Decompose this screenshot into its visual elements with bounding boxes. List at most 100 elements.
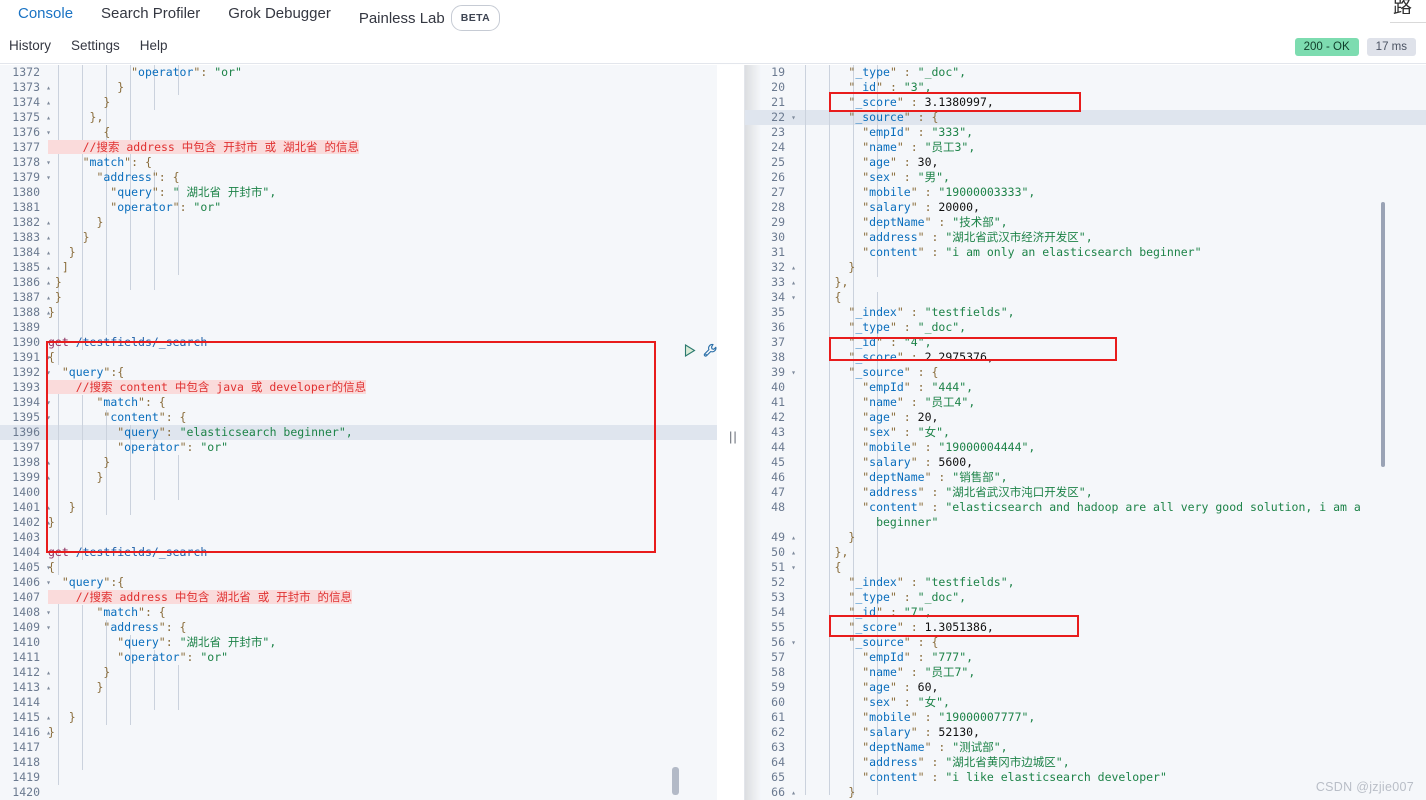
code-line[interactable]: "deptName" : "销售部", bbox=[793, 470, 1426, 485]
code-line[interactable]: } bbox=[793, 530, 1426, 545]
code-line[interactable]: } bbox=[48, 455, 717, 470]
code-line[interactable]: } bbox=[48, 680, 717, 695]
code-line[interactable]: } bbox=[48, 230, 717, 245]
tab-console[interactable]: Console bbox=[4, 0, 87, 34]
code-line[interactable]: "address": { bbox=[48, 170, 717, 185]
code-line[interactable]: "sex" : "女", bbox=[793, 425, 1426, 440]
code-line[interactable]: "name" : "员工7", bbox=[793, 665, 1426, 680]
code-line[interactable]: "query": "湖北省 开封市", bbox=[48, 635, 717, 650]
code-line[interactable] bbox=[48, 770, 717, 785]
code-line[interactable]: } bbox=[48, 290, 717, 305]
code-line[interactable]: "_type" : "_doc", bbox=[793, 590, 1426, 605]
code-line[interactable]: "content" : "elasticsearch and hadoop ar… bbox=[793, 500, 1426, 515]
code-line[interactable]: "query":{ bbox=[48, 365, 717, 380]
code-line[interactable]: { bbox=[793, 560, 1426, 575]
toolbar-item-help[interactable]: Help bbox=[137, 36, 171, 55]
code-line[interactable]: "query":{ bbox=[48, 575, 717, 590]
code-line[interactable]: } bbox=[48, 275, 717, 290]
code-line[interactable] bbox=[48, 320, 717, 335]
request-lines[interactable]: "operator": "or" } } }, { //搜索 address 中… bbox=[48, 65, 717, 800]
code-line[interactable]: } bbox=[48, 710, 717, 725]
wrench-icon[interactable] bbox=[703, 343, 717, 358]
code-line[interactable]: //搜索 content 中包含 java 或 developer的信息 bbox=[48, 380, 717, 395]
code-line[interactable]: "age" : 30, bbox=[793, 155, 1426, 170]
request-code[interactable]: 1372 1373 ▴ 1374 ▴ 1375 ▴ 1376 ▾ 1377 1378 ▾ 1379 ▾ 13… bbox=[0, 65, 717, 799]
code-line[interactable]: beginner" bbox=[793, 515, 1426, 530]
tab-search-profiler[interactable]: Search Profiler bbox=[87, 0, 214, 32]
code-line[interactable]: "name" : "员工4", bbox=[793, 395, 1426, 410]
code-line[interactable]: "match": { bbox=[48, 605, 717, 620]
code-line[interactable]: "empId" : "444", bbox=[793, 380, 1426, 395]
code-line[interactable]: "query": "elasticsearch beginner", bbox=[48, 425, 717, 440]
code-line[interactable]: } bbox=[48, 725, 717, 740]
response-pane[interactable]: 19 20 21 22 ▾ 23 24 25 26 27 28 29 30 31 32 ▴ 33 ▴ 34 ▾ 35 36… bbox=[745, 65, 1426, 800]
code-line[interactable]: "_id" : "3", bbox=[793, 80, 1426, 95]
play-icon[interactable] bbox=[684, 344, 696, 357]
code-line[interactable] bbox=[48, 785, 717, 800]
code-line[interactable]: } bbox=[48, 215, 717, 230]
code-line[interactable]: "mobile" : "19000004444", bbox=[793, 440, 1426, 455]
tab-painless-lab[interactable]: Painless Lab BETA bbox=[345, 0, 514, 32]
code-line[interactable]: "_index" : "testfields", bbox=[793, 305, 1426, 320]
request-editor-pane[interactable]: 1372 1373 ▴ 1374 ▴ 1375 ▴ 1376 ▾ 1377 1378 ▾ 1379 ▾ 13… bbox=[0, 65, 717, 800]
code-line[interactable]: "content" : "i am only an elasticsearch … bbox=[793, 245, 1426, 260]
code-line[interactable]: "age" : 20, bbox=[793, 410, 1426, 425]
code-line[interactable]: "_id" : "4", bbox=[793, 335, 1426, 350]
code-line[interactable]: "deptName" : "测试部", bbox=[793, 740, 1426, 755]
splitter-grip[interactable]: || bbox=[729, 430, 737, 443]
code-line[interactable] bbox=[48, 485, 717, 500]
code-line[interactable]: "query": " 湖北省 开封市", bbox=[48, 185, 717, 200]
code-line[interactable]: "content": { bbox=[48, 410, 717, 425]
code-line[interactable]: "salary" : 5600, bbox=[793, 455, 1426, 470]
code-line[interactable]: "_id" : "7", bbox=[793, 605, 1426, 620]
code-line[interactable]: { bbox=[793, 290, 1426, 305]
code-line[interactable]: } bbox=[48, 515, 717, 530]
code-line[interactable]: "_score" : 3.1380997, bbox=[793, 95, 1426, 110]
code-line[interactable]: "_type" : "_doc", bbox=[793, 65, 1426, 80]
response-vertical-scrollbar[interactable] bbox=[1381, 202, 1385, 467]
code-line[interactable]: //搜索 address 中包含 开封市 或 湖北省 的信息 bbox=[48, 140, 717, 155]
code-line[interactable] bbox=[48, 695, 717, 710]
code-line[interactable]: { bbox=[48, 350, 717, 365]
request-horizontal-scrollbar[interactable] bbox=[672, 767, 679, 795]
code-line[interactable]: "_score" : 2.2975376, bbox=[793, 350, 1426, 365]
code-line[interactable]: ] bbox=[48, 260, 717, 275]
code-line[interactable]: }, bbox=[793, 545, 1426, 560]
code-line[interactable]: } bbox=[48, 95, 717, 110]
code-line[interactable]: }, bbox=[793, 275, 1426, 290]
code-line[interactable]: "address" : "湖北省黄冈市边城区", bbox=[793, 755, 1426, 770]
code-line[interactable]: //搜索 address 中包含 湖北省 或 开封市 的信息 bbox=[48, 590, 717, 605]
code-line[interactable]: "_source" : { bbox=[793, 110, 1426, 125]
code-line[interactable]: "salary" : 20000, bbox=[793, 200, 1426, 215]
code-line[interactable]: "operator": "or" bbox=[48, 440, 717, 455]
code-line[interactable] bbox=[48, 740, 717, 755]
code-line[interactable]: "name" : "员工3", bbox=[793, 140, 1426, 155]
code-line[interactable]: "operator": "or" bbox=[48, 650, 717, 665]
code-line[interactable]: "match": { bbox=[48, 155, 717, 170]
code-line[interactable]: "match": { bbox=[48, 395, 717, 410]
tab-grok-debugger[interactable]: Grok Debugger bbox=[214, 0, 345, 32]
code-line[interactable]: "sex" : "女", bbox=[793, 695, 1426, 710]
code-line[interactable]: } bbox=[48, 305, 717, 320]
code-line[interactable]: "_score" : 1.3051386, bbox=[793, 620, 1426, 635]
code-line[interactable]: "salary" : 52130, bbox=[793, 725, 1426, 740]
response-lines[interactable]: "_type" : "_doc", "_id" : "3", "_score" … bbox=[793, 65, 1426, 800]
code-line[interactable]: "sex" : "男", bbox=[793, 170, 1426, 185]
toolbar-item-settings[interactable]: Settings bbox=[68, 36, 123, 55]
code-line[interactable]: "_source" : { bbox=[793, 365, 1426, 380]
code-line[interactable]: "empId" : "333", bbox=[793, 125, 1426, 140]
code-line[interactable]: get /testfields/_search bbox=[48, 335, 717, 350]
code-line[interactable]: "mobile" : "19000007777", bbox=[793, 710, 1426, 725]
code-line[interactable]: "operator": "or" bbox=[48, 200, 717, 215]
code-line[interactable]: } bbox=[48, 245, 717, 260]
code-line[interactable]: "deptName" : "技术部", bbox=[793, 215, 1426, 230]
code-line[interactable] bbox=[48, 755, 717, 770]
code-line[interactable]: "address" : "湖北省武汉市经济开发区", bbox=[793, 230, 1426, 245]
code-line[interactable]: "mobile" : "19000003333", bbox=[793, 185, 1426, 200]
toolbar-item-history[interactable]: History bbox=[6, 36, 54, 55]
code-line[interactable]: "address": { bbox=[48, 620, 717, 635]
code-line[interactable]: { bbox=[48, 125, 717, 140]
code-line[interactable]: } bbox=[793, 260, 1426, 275]
code-line[interactable]: "_index" : "testfields", bbox=[793, 575, 1426, 590]
code-line[interactable]: "address" : "湖北省武汉市沌口开发区", bbox=[793, 485, 1426, 500]
